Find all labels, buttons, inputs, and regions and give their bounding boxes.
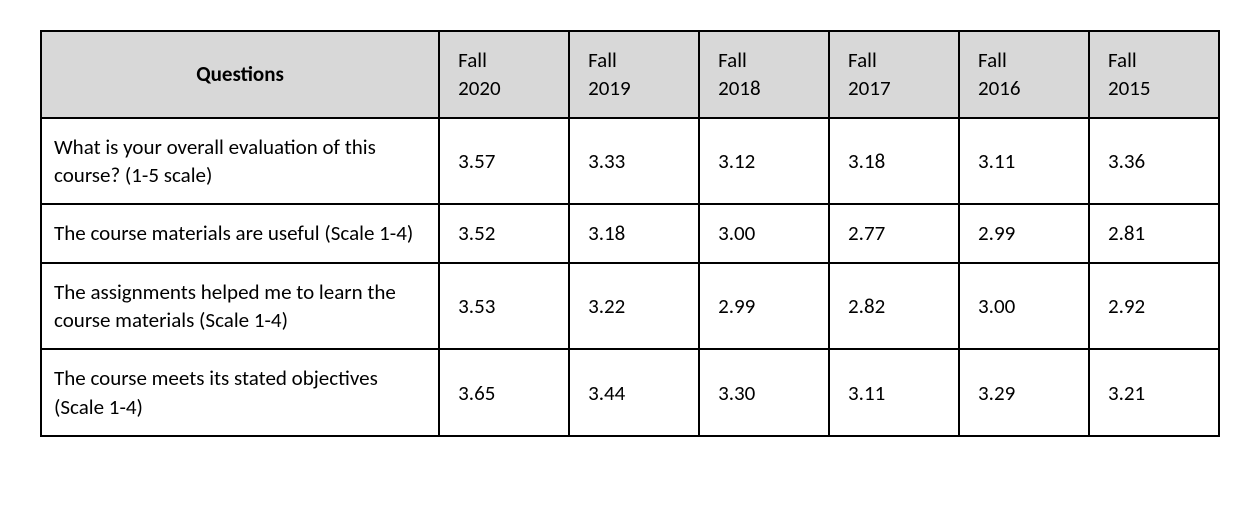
- value-cell: 3.30: [699, 349, 829, 436]
- value-cell: 3.18: [569, 204, 699, 262]
- header-year-line1: Fall: [1108, 47, 1137, 73]
- value-cell: 3.52: [439, 204, 569, 262]
- value-cell: 3.11: [959, 118, 1089, 205]
- header-fall-2020: Fall 2020: [439, 31, 569, 118]
- value-cell: 3.53: [439, 263, 569, 350]
- header-fall-2017: Fall 2017: [829, 31, 959, 118]
- table-row: The assignments helped me to learn the c…: [41, 263, 1219, 350]
- value-cell: 3.11: [829, 349, 959, 436]
- value-cell: 3.18: [829, 118, 959, 205]
- header-questions: Questions: [41, 31, 439, 118]
- value-cell: 2.81: [1089, 204, 1219, 262]
- value-cell: 3.29: [959, 349, 1089, 436]
- header-year-line1: Fall: [588, 47, 617, 73]
- header-year-line2: 2018: [718, 75, 761, 101]
- value-cell: 3.00: [699, 204, 829, 262]
- question-cell: The course meets its stated objectives (…: [41, 349, 439, 436]
- question-cell: What is your overall evaluation of this …: [41, 118, 439, 205]
- value-cell: 3.22: [569, 263, 699, 350]
- table-row: The course materials are useful (Scale 1…: [41, 204, 1219, 262]
- value-cell: 2.77: [829, 204, 959, 262]
- table-header-row: Questions Fall 2020 Fall 2019 Fall 2018 …: [41, 31, 1219, 118]
- value-cell: 3.44: [569, 349, 699, 436]
- value-cell: 3.36: [1089, 118, 1219, 205]
- value-cell: 3.33: [569, 118, 699, 205]
- value-cell: 3.65: [439, 349, 569, 436]
- value-cell: 2.82: [829, 263, 959, 350]
- header-year-line1: Fall: [978, 47, 1007, 73]
- header-fall-2018: Fall 2018: [699, 31, 829, 118]
- value-cell: 3.12: [699, 118, 829, 205]
- header-year-line2: 2017: [848, 75, 891, 101]
- question-cell: The course materials are useful (Scale 1…: [41, 204, 439, 262]
- header-year-line1: Fall: [718, 47, 747, 73]
- value-cell: 3.00: [959, 263, 1089, 350]
- value-cell: 2.99: [959, 204, 1089, 262]
- header-fall-2015: Fall 2015: [1089, 31, 1219, 118]
- evaluation-table: Questions Fall 2020 Fall 2019 Fall 2018 …: [40, 30, 1220, 437]
- value-cell: 2.92: [1089, 263, 1219, 350]
- table-row: What is your overall evaluation of this …: [41, 118, 1219, 205]
- header-fall-2019: Fall 2019: [569, 31, 699, 118]
- value-cell: 3.21: [1089, 349, 1219, 436]
- value-cell: 3.57: [439, 118, 569, 205]
- header-year-line2: 2020: [458, 75, 501, 101]
- value-cell: 2.99: [699, 263, 829, 350]
- question-cell: The assignments helped me to learn the c…: [41, 263, 439, 350]
- header-year-line2: 2015: [1108, 75, 1151, 101]
- header-year-line1: Fall: [848, 47, 877, 73]
- table-row: The course meets its stated objectives (…: [41, 349, 1219, 436]
- header-year-line1: Fall: [458, 47, 487, 73]
- header-year-line2: 2016: [978, 75, 1021, 101]
- header-fall-2016: Fall 2016: [959, 31, 1089, 118]
- header-year-line2: 2019: [588, 75, 631, 101]
